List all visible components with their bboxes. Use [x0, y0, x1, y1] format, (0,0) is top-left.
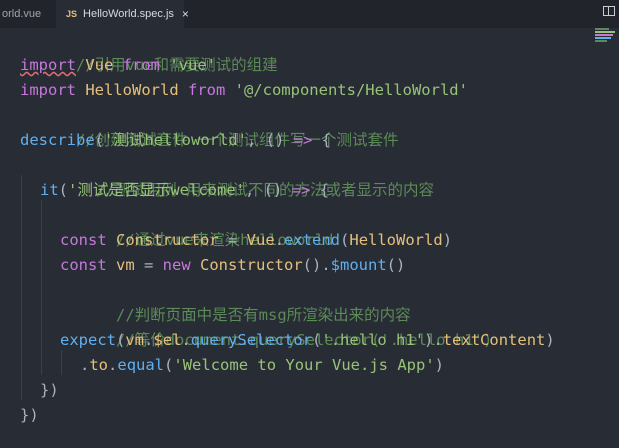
identifier: Vue: [76, 56, 123, 74]
tab-bar: orld.vue JS HelloWorld.spec.js ×: [0, 0, 619, 28]
punctuation: ): [442, 231, 453, 249]
function-call: describe: [20, 131, 95, 149]
arrow-operator: =>: [291, 181, 311, 199]
string: '.hello h1': [321, 331, 425, 349]
punctuation: ): [434, 356, 445, 374]
string: 'vue': [160, 56, 216, 74]
minimap[interactable]: [595, 28, 617, 48]
code-line-11: //判断页面中是否有msg所渲染出来的内容: [60, 278, 411, 324]
minimap-line: [595, 31, 615, 33]
string: 'Welcome to Your Vue.js App': [173, 356, 435, 374]
keyword: import: [20, 56, 76, 74]
punctuation: (: [116, 331, 126, 349]
minimap-line: [595, 28, 609, 30]
punctuation: }): [40, 381, 59, 399]
code-line-8: //通过vue来渲染helloworld: [60, 203, 333, 249]
code-line-15: }): [40, 378, 59, 403]
close-icon[interactable]: ×: [182, 7, 189, 21]
code-line-13: expect(vm.$el.querySelector('.hello h1')…: [60, 328, 555, 353]
function-call: expect: [60, 331, 116, 349]
punctuation: ().: [302, 256, 331, 274]
tab-label: HelloWorld.spec.js: [83, 8, 174, 20]
string: '测试是否显示welcome': [68, 181, 246, 199]
punctuation: (: [164, 356, 174, 374]
punctuation: {: [310, 181, 330, 199]
method-call: extend: [284, 231, 341, 249]
variable: vm: [106, 256, 144, 274]
punctuation: , (): [246, 131, 294, 149]
punctuation: .: [144, 331, 154, 349]
code-line-3: import HelloWorld from '@/components/Hel…: [20, 78, 468, 103]
punctuation: .: [108, 356, 118, 374]
code-line-9: const Constructor = Vue.extend(HelloWorl…: [60, 228, 452, 253]
property: $el: [153, 331, 182, 349]
operator: =: [144, 256, 154, 274]
keyword: const: [60, 231, 107, 249]
identifier: Vue: [237, 231, 275, 249]
punctuation: .: [181, 331, 191, 349]
keyword: import: [20, 81, 76, 99]
code-line-16: }): [20, 403, 39, 428]
punctuation: ): [545, 331, 555, 349]
punctuation: (: [312, 331, 322, 349]
minimap-line: [595, 40, 607, 42]
code-line-12: //等价document.querySelector('.hello h1'): [60, 303, 492, 349]
operator: =: [228, 231, 238, 249]
identifier: HelloWorld: [76, 81, 188, 99]
tab-label: orld.vue: [2, 8, 42, 20]
punctuation: (: [340, 231, 350, 249]
js-file-icon: JS: [66, 9, 78, 19]
punctuation: {: [312, 131, 331, 149]
method-call: equal: [117, 356, 165, 374]
identifier: HelloWorld: [349, 231, 443, 249]
method-call: $mount: [330, 256, 387, 274]
keyword: const: [60, 256, 107, 274]
code-line-2: import Vue from 'vue': [20, 53, 216, 78]
identifier: Constructor: [190, 256, 303, 274]
minimap-line: [595, 34, 613, 36]
keyword: from: [187, 81, 226, 99]
tab-helloworld-vue[interactable]: orld.vue: [0, 0, 57, 28]
keyword: new: [153, 256, 191, 274]
punctuation: (: [58, 181, 69, 199]
code-line-1: //引用vue和需要测试的组建: [20, 28, 278, 74]
arrow-operator: =>: [293, 131, 313, 149]
string: '测试helloworld': [104, 131, 247, 149]
method-call: querySelector: [190, 331, 313, 349]
keyword: from: [122, 56, 160, 74]
code-line-10: const vm = new Constructor().$mount(): [60, 253, 405, 278]
property: to: [89, 356, 109, 374]
punctuation: .: [80, 356, 90, 374]
variable: Constructor: [106, 231, 228, 249]
split-editor-icon[interactable]: [603, 6, 615, 16]
punctuation: , (): [245, 181, 292, 199]
code-editor[interactable]: orld.vue JS HelloWorld.spec.js × //引用vue…: [0, 0, 619, 448]
minimap-line: [595, 37, 611, 39]
function-call: it: [40, 181, 59, 199]
code-line-14: .to.equal('Welcome to Your Vue.js App'): [80, 353, 444, 378]
identifier: vm: [125, 331, 145, 349]
property: textContent: [442, 331, 546, 349]
string: '@/components/HelloWorld': [225, 81, 468, 99]
code-line-4: //创建测试套件 一个测试组件写一个测试套件: [20, 103, 399, 149]
tab-helloworld-spec[interactable]: JS HelloWorld.spec.js ×: [56, 0, 189, 28]
indent-guide: [21, 175, 22, 400]
punctuation: ).: [424, 331, 443, 349]
punctuation: (: [94, 131, 104, 149]
punctuation: (): [386, 256, 406, 274]
code-line-5: describe('测试helloworld', () => {: [20, 128, 331, 153]
punctuation: .: [274, 231, 285, 249]
code-line-7: it('测试是否显示welcome', () => {: [40, 178, 329, 203]
code-line-6: //测试用例 用来测试不同的方法或者显示的内容: [40, 153, 434, 199]
punctuation: }): [20, 406, 39, 424]
